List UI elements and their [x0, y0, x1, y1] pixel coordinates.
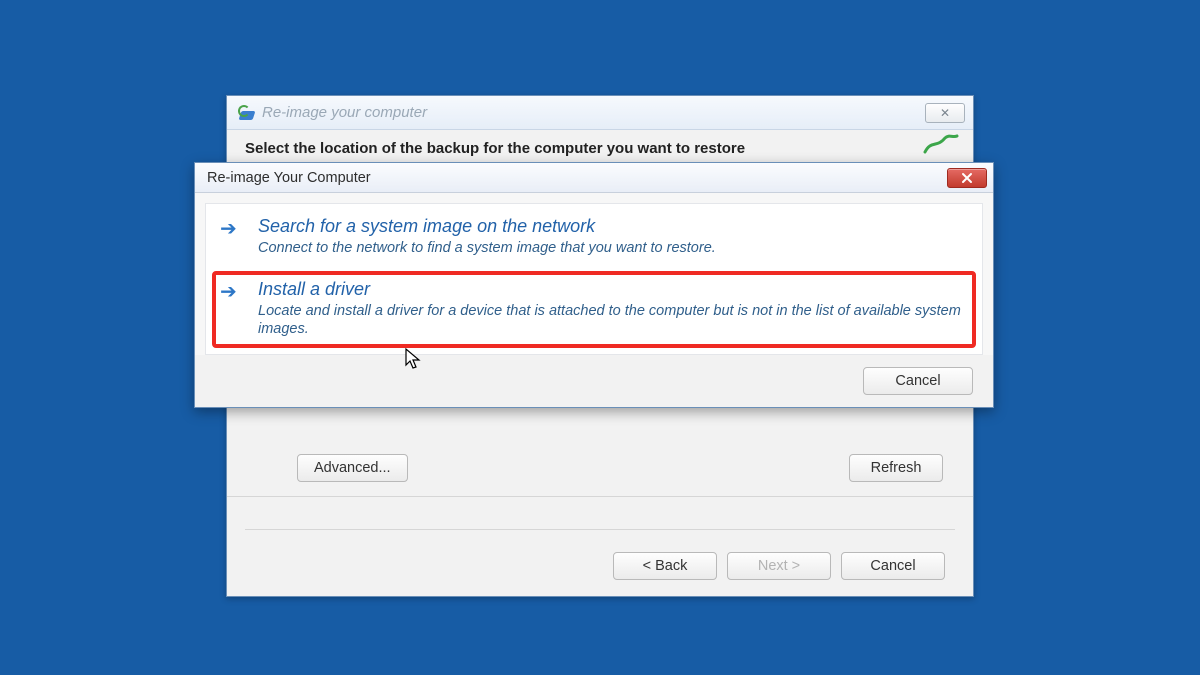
next-button: Next > — [727, 552, 831, 580]
advanced-button[interactable]: Advanced... — [297, 454, 408, 482]
divider — [245, 529, 955, 530]
option-title: Install a driver — [258, 279, 968, 300]
wizard-title: Re-image your computer — [262, 104, 918, 121]
dialog-title: Re-image Your Computer — [207, 170, 947, 186]
arrow-right-icon: ➔ — [220, 279, 248, 338]
dialog-footer: Cancel — [195, 355, 993, 407]
cancel-button-dialog[interactable]: Cancel — [863, 367, 973, 395]
cancel-button[interactable]: Cancel — [841, 552, 945, 580]
wizard-options-row: Advanced... Refresh — [227, 446, 973, 497]
wizard-heading: Select the location of the backup for th… — [227, 130, 973, 157]
app-icon — [237, 104, 255, 122]
back-button[interactable]: < Back — [613, 552, 717, 580]
wizard-titlebar: Re-image your computer ✕ — [227, 96, 973, 130]
option-search-network[interactable]: ➔ Search for a system image on the netwo… — [212, 210, 976, 267]
arrow-right-icon: ➔ — [220, 216, 248, 257]
reimage-options-dialog: Re-image Your Computer ➔ Search for a sy… — [194, 162, 994, 408]
dialog-body: ➔ Search for a system image on the netwo… — [205, 203, 983, 355]
wizard-heading-icon — [923, 134, 959, 154]
wizard-nav-row: < Back Next > Cancel — [227, 552, 973, 580]
wizard-footer: Advanced... Refresh < Back Next > Cancel — [227, 446, 973, 596]
option-desc: Connect to the network to find a system … — [258, 239, 968, 257]
refresh-button[interactable]: Refresh — [849, 454, 943, 482]
dialog-titlebar: Re-image Your Computer — [195, 163, 993, 193]
option-title: Search for a system image on the network — [258, 216, 968, 237]
option-install-driver[interactable]: ➔ Install a driver Locate and install a … — [212, 271, 976, 348]
option-desc: Locate and install a driver for a device… — [258, 302, 968, 338]
close-button-back[interactable]: ✕ — [925, 103, 965, 123]
close-button-dialog[interactable] — [947, 168, 987, 188]
